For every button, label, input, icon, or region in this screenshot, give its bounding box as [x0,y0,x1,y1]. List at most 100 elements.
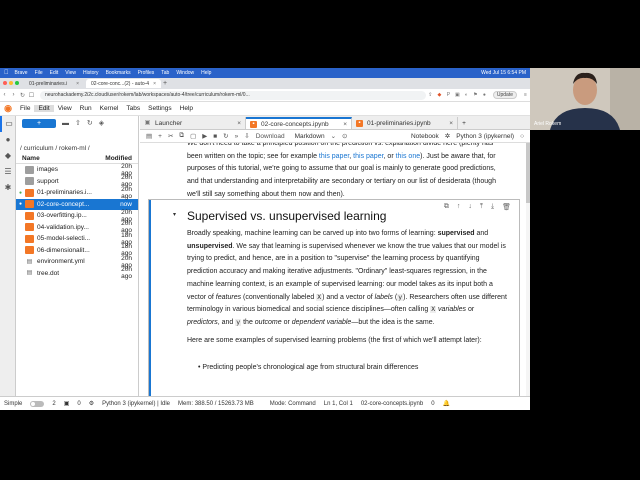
cursor-position[interactable]: Ln 1, Col 1 [324,401,353,407]
collapse-heading-icon[interactable]: ▾ [173,211,176,218]
doc-tab-01-preliminaries[interactable]: ▪ 01-preliminaries.ipynb × [352,117,458,129]
mac-menu-file[interactable]: File [35,70,43,76]
extension-icon[interactable]: P [444,92,453,98]
close-tab-icon[interactable]: × [343,121,347,128]
menu-icon[interactable]: ≡ [521,92,530,98]
notebook-scrollbar[interactable] [526,143,530,396]
extension-icon[interactable]: ◐ [462,92,471,98]
browser-tab-0[interactable]: 01-preliminaries.i × [24,79,84,88]
doc-tab-launcher[interactable]: ▣ Launcher × [140,117,246,129]
move-down-icon[interactable]: ↓ [468,203,472,211]
new-tab-icon[interactable]: + [163,80,167,87]
link-this-one[interactable]: this one [396,153,421,160]
bell-icon[interactable]: 🔔 [443,400,450,407]
paste-icon[interactable]: ▢ [190,132,196,140]
simple-mode-toggle[interactable] [30,400,45,407]
mac-menu-window[interactable]: Window [176,70,194,76]
git-clone-icon[interactable]: ◈ [99,119,104,127]
close-tab-icon[interactable]: × [149,81,156,87]
delete-cell-icon[interactable]: 🗑 [502,203,511,211]
link-this-paper-2[interactable]: this paper [353,153,383,160]
mac-menu-help[interactable]: Help [201,70,211,76]
brave-shield-icon[interactable]: ◆ [435,92,444,98]
toc-icon[interactable]: ☰ [0,164,16,180]
copy-icon[interactable]: ⧉ [179,132,184,140]
link-this-paper-1[interactable]: this paper [319,153,349,160]
reload-icon[interactable]: ↻ [18,92,27,99]
profile-icon[interactable]: ● [480,92,489,98]
menu-help[interactable]: Help [176,105,197,112]
bug-icon[interactable]: ✲ [445,132,450,140]
column-header-name[interactable]: Name [22,154,40,163]
mac-menu-history[interactable]: History [83,70,99,76]
share-icon[interactable]: ⇪ [426,92,435,98]
download-button[interactable]: Download [256,133,285,140]
menu-file[interactable]: File [16,105,34,112]
add-tab-button[interactable]: + [458,117,470,129]
menu-kernel[interactable]: Kernel [96,105,123,112]
mac-menu-bookmarks[interactable]: Bookmarks [106,70,131,76]
restart-icon[interactable]: ↻ [223,132,228,140]
move-up-icon[interactable]: ↑ [457,203,461,211]
duplicate-cell-icon[interactable]: ⧉ [444,203,449,211]
folder-icon[interactable]: ▭ [0,116,16,132]
new-folder-icon[interactable]: ▬ [62,120,69,127]
refresh-icon[interactable]: ↻ [87,119,93,127]
notification-count[interactable]: 0 [431,401,434,407]
menu-view[interactable]: View [54,105,76,112]
menu-settings[interactable]: Settings [144,105,176,112]
mac-menu-edit[interactable]: Edit [50,70,59,76]
insert-above-icon[interactable]: ⤒ [480,203,483,211]
close-tab-icon[interactable]: × [237,120,241,127]
back-icon[interactable]: ‹ [0,92,9,98]
bookmark-icon[interactable]: ☐ [27,92,36,99]
close-tab-icon[interactable]: × [449,120,453,127]
insert-below-icon[interactable]: ⤓ [491,203,494,211]
git-icon[interactable]: ◆ [0,148,16,164]
restart-run-all-icon[interactable]: » [235,133,239,140]
extension-icon[interactable]: ⚑ [471,92,480,98]
menu-tabs[interactable]: Tabs [122,105,144,112]
apple-icon[interactable]:  [4,70,9,76]
insert-cell-icon[interactable]: + [158,133,162,140]
mac-menu-profiles[interactable]: Profiles [138,70,155,76]
cell-collapser[interactable] [149,200,151,396]
close-tab-icon[interactable]: × [72,81,79,87]
menu-edit[interactable]: Edit [34,105,54,112]
update-button[interactable]: Update [492,91,517,99]
kernel-name-button[interactable]: Python 3 (ipykernel) [456,133,514,140]
kernel-count[interactable]: 0 [77,401,80,407]
close-window-icon[interactable] [3,81,7,85]
url-input[interactable]: neurohackademy.2i2c.cloud/user/rokem/lab… [40,90,426,100]
column-header-modified[interactable]: Modified [105,154,138,163]
minimize-window-icon[interactable] [9,81,13,85]
notebook-button[interactable]: Notebook [411,133,439,140]
cut-icon[interactable]: ✂ [168,132,173,140]
notebook-panel[interactable]: We don't need to take a principled posit… [140,143,530,396]
doc-tab-02-core-concepts[interactable]: ▪ 02-core-concepts.ipynb × [246,117,352,129]
file-row[interactable]: ▤ tree.dot 20h ago [16,266,138,280]
save-icon[interactable]: ▤ [146,132,152,140]
stop-icon[interactable]: ■ [213,133,217,140]
file-row[interactable]: ● 01-preliminaries.i... 20h ago [16,186,138,200]
new-launcher-button[interactable]: + [22,118,56,128]
run-icon[interactable]: ▶ [202,132,207,140]
puzzle-icon[interactable]: ✱ [0,180,16,196]
running-icon[interactable]: ● [0,132,16,148]
terminal-count[interactable]: 2 [52,401,55,407]
scrollbar-thumb[interactable] [526,143,530,203]
mac-menu-tab[interactable]: Tab [161,70,169,76]
filter-input[interactable] [22,132,132,141]
cell-type-select[interactable]: Markdown [295,133,325,140]
browser-tab-1[interactable]: 02-core-conc...(2) - auto-4 × [86,79,162,88]
upload-icon[interactable]: ⇧ [75,119,81,127]
git-diff-icon[interactable]: ⊙ [342,132,347,140]
menu-run[interactable]: Run [76,105,96,112]
zoom-window-icon[interactable] [15,81,19,85]
forward-icon[interactable]: › [9,92,18,98]
kernel-status[interactable]: Python 3 (ipykernel) | Idle [102,401,170,407]
mac-menu-view[interactable]: View [65,70,76,76]
breadcrumb[interactable]: / curriculum / rokem-ml / [16,143,138,154]
extension-icon[interactable]: ▣ [453,92,462,98]
mac-menu-brave[interactable]: Brave [15,70,28,76]
